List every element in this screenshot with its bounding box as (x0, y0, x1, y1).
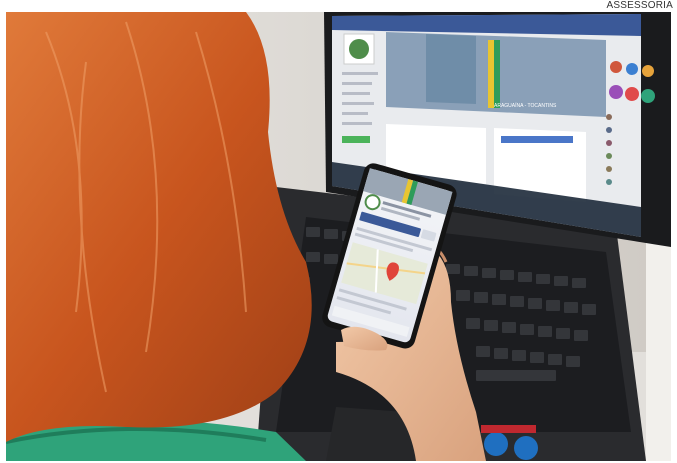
cover-flag-yellow (488, 40, 494, 108)
laptop-green-button (342, 136, 370, 143)
red-label (481, 425, 536, 433)
laptop-send-button (501, 136, 573, 143)
cover-text: ARAGUAÍNA - TOCANTINS (494, 102, 557, 109)
sticker-2 (514, 436, 538, 460)
sticker-1 (484, 432, 508, 456)
photo-illustration: ARAGUAÍNA - TOCANTINS (6, 12, 671, 461)
cover-flag-green (494, 40, 500, 108)
photograph: ARAGUAÍNA - TOCANTINS (6, 12, 671, 461)
photo-frame: ASSESSORIA ARAGUAÍNA - TOCANTINS (0, 0, 677, 463)
photo-caption: ASSESSORIA (606, 0, 673, 11)
red-hair (6, 12, 312, 442)
profile-emblem (349, 39, 369, 59)
cover-building (426, 34, 476, 104)
